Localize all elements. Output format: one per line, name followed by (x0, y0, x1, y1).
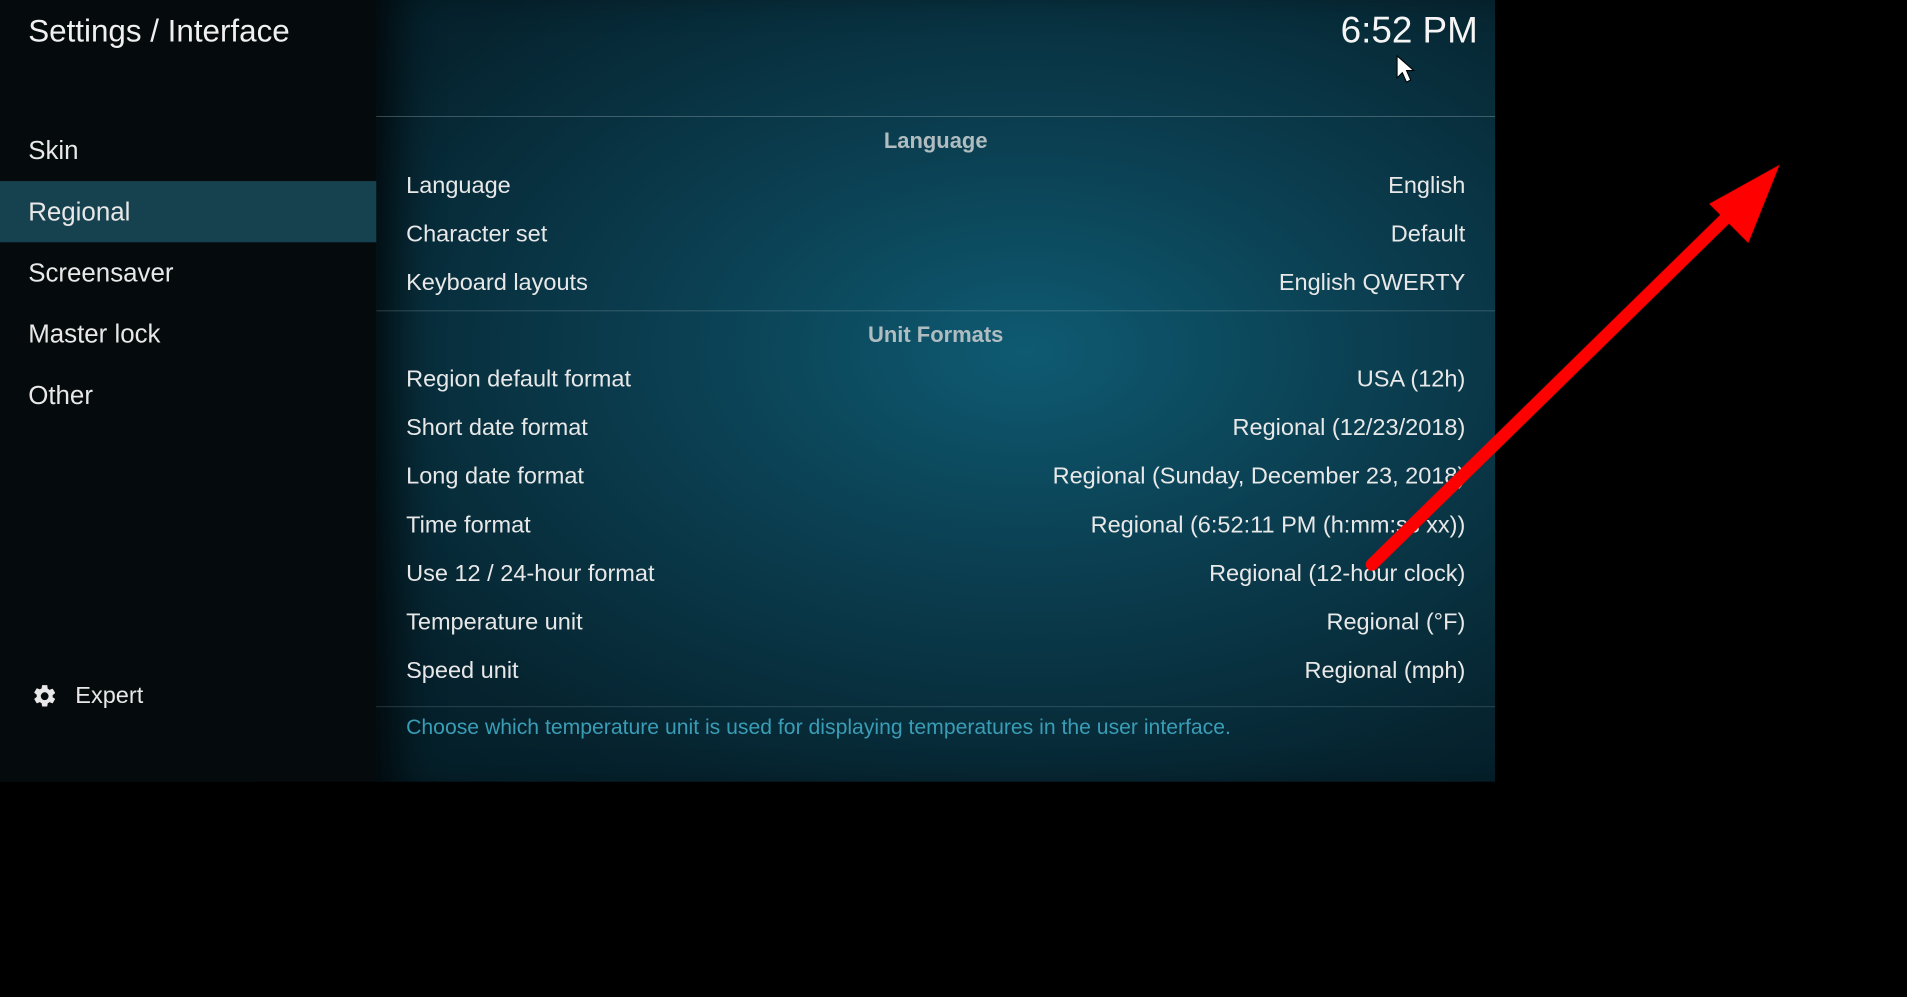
setting-row-region-default-format[interactable]: Region default format USA (12h) (376, 355, 1495, 404)
setting-label: Temperature unit (406, 609, 582, 636)
setting-row-language[interactable]: Language English (376, 162, 1495, 211)
setting-label: Language (406, 172, 511, 199)
setting-value: English (1388, 172, 1465, 199)
setting-row-character-set[interactable]: Character set Default (376, 210, 1495, 259)
group-header-unit-formats: Unit Formats (376, 311, 1495, 355)
setting-row-hour-format[interactable]: Use 12 / 24-hour format Regional (12-hou… (376, 550, 1495, 599)
settings-panel: 6:52 PM Language Language English Charac… (376, 0, 1495, 782)
help-bar: Choose which temperature unit is used fo… (376, 706, 1495, 770)
setting-label: Short date format (406, 415, 588, 442)
setting-label: Use 12 / 24-hour format (406, 561, 654, 588)
sidebar-item-label: Other (28, 380, 93, 409)
sidebar-item-label: Master lock (28, 319, 160, 348)
sidebar-item-regional[interactable]: Regional (0, 181, 376, 242)
setting-row-long-date-format[interactable]: Long date format Regional (Sunday, Decem… (376, 452, 1495, 501)
settings-level-toggle[interactable]: Expert (0, 667, 376, 725)
sidebar-item-label: Skin (28, 136, 78, 165)
setting-row-temperature-unit[interactable]: Temperature unit Regional (°F) (376, 598, 1495, 647)
group-header-language: Language (376, 118, 1495, 162)
settings-screen: Settings / Interface Skin Regional Scree… (0, 0, 1495, 782)
settings-sidebar: Settings / Interface Skin Regional Scree… (0, 0, 376, 782)
setting-row-time-format[interactable]: Time format Regional (6:52:11 PM (h:mm:s… (376, 501, 1495, 550)
help-text: Choose which temperature unit is used fo… (406, 715, 1231, 739)
sidebar-item-screensaver[interactable]: Screensaver (0, 242, 376, 303)
setting-label: Character set (406, 221, 547, 248)
sidebar-item-master-lock[interactable]: Master lock (0, 303, 376, 364)
setting-value: Regional (mph) (1305, 658, 1466, 685)
setting-value: USA (12h) (1357, 366, 1466, 393)
sidebar-item-skin[interactable]: Skin (0, 120, 376, 181)
sidebar-item-label: Screensaver (28, 258, 173, 287)
sidebar-nav: Skin Regional Screensaver Master lock Ot… (0, 120, 376, 426)
setting-row-short-date-format[interactable]: Short date format Regional (12/23/2018) (376, 404, 1495, 453)
setting-value: English QWERTY (1279, 270, 1465, 297)
setting-label: Long date format (406, 463, 584, 490)
setting-value: Regional (Sunday, December 23, 2018) (1053, 463, 1466, 490)
setting-label: Speed unit (406, 658, 518, 685)
cursor-icon (1396, 55, 1418, 86)
setting-value: Regional (°F) (1326, 609, 1465, 636)
setting-value: Regional (12-hour clock) (1209, 561, 1465, 588)
setting-value: Regional (6:52:11 PM (h:mm:ss xx)) (1091, 512, 1466, 539)
setting-row-speed-unit[interactable]: Speed unit Regional (mph) (376, 647, 1495, 696)
settings-groups: Language Language English Character set … (376, 118, 1495, 710)
setting-value: Regional (12/23/2018) (1233, 415, 1466, 442)
setting-row-keyboard-layouts[interactable]: Keyboard layouts English QWERTY (376, 259, 1495, 308)
setting-label: Keyboard layouts (406, 270, 588, 297)
gear-icon (31, 683, 58, 710)
setting-value: Default (1391, 221, 1466, 248)
sidebar-item-label: Regional (28, 197, 130, 226)
settings-level-label: Expert (75, 683, 143, 710)
sidebar-item-other[interactable]: Other (0, 365, 376, 426)
breadcrumb: Settings / Interface (0, 0, 376, 73)
setting-label: Time format (406, 512, 531, 539)
clock: 6:52 PM (1341, 8, 1478, 51)
setting-label: Region default format (406, 366, 631, 393)
